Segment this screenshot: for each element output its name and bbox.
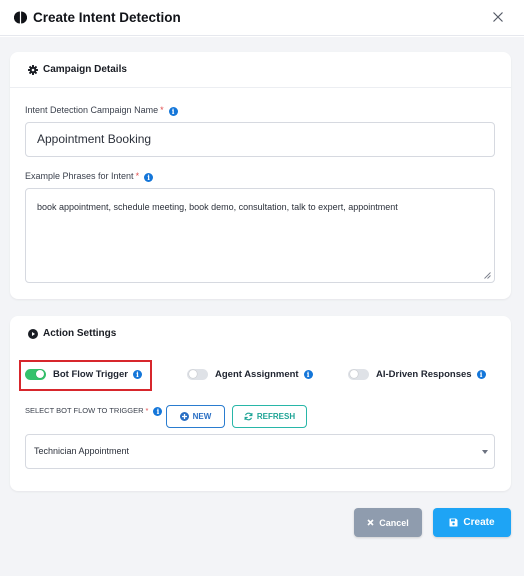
new-button-label: NEW [192, 412, 212, 421]
agent-assignment-switch[interactable] [187, 368, 208, 380]
save-icon [449, 518, 458, 527]
ai-driven-responses-label: AI-Driven Responses [376, 368, 472, 380]
required-marker: * [145, 406, 149, 415]
action-settings-title: Action Settings [43, 328, 117, 339]
modal-title: Create Intent Detection [33, 10, 181, 25]
campaign-details-card: Campaign Details Intent Detection Campai… [10, 52, 511, 299]
required-marker: * [160, 105, 164, 115]
bot-flow-selected-value: Technician Appointment [34, 446, 130, 456]
required-marker: * [135, 171, 140, 181]
action-settings-header: Action Settings [10, 316, 511, 352]
example-phrases-value: book appointment, schedule meeting, book… [37, 202, 398, 212]
info-icon[interactable]: i [168, 107, 178, 116]
example-phrases-textarea[interactable]: book appointment, schedule meeting, book… [25, 188, 495, 283]
campaign-details-header: Campaign Details [10, 52, 511, 88]
highlight-box [19, 360, 152, 391]
refresh-bot-flow-button[interactable]: REFRESH [232, 405, 307, 428]
caret-down-icon [482, 450, 488, 454]
bot-flow-select[interactable]: Technician Appointment [25, 434, 495, 469]
half-circle-icon [14, 11, 27, 24]
switch-knob [189, 370, 197, 378]
ai-driven-responses-switch[interactable] [348, 368, 369, 380]
refresh-button-label: REFRESH [256, 412, 296, 421]
info-icon[interactable]: i [153, 407, 163, 416]
modal-header: Create Intent Detection [0, 0, 524, 36]
info-icon[interactable]: i [476, 369, 486, 379]
close-icon [367, 519, 374, 526]
new-bot-flow-button[interactable]: NEW [166, 405, 225, 428]
example-phrases-label: Example Phrases for Intent * i [25, 171, 154, 182]
action-settings-card: Action Settings Bot Flow Trigger i Agent… [10, 316, 511, 491]
close-icon[interactable] [490, 9, 506, 25]
info-icon[interactable]: i [303, 369, 313, 379]
campaign-details-title: Campaign Details [43, 64, 127, 75]
create-button[interactable]: Create [433, 508, 511, 537]
agent-assignment-label: Agent Assignment [215, 368, 299, 380]
campaign-name-input[interactable]: Appointment Booking [25, 122, 495, 157]
info-icon[interactable]: i [144, 173, 154, 182]
agent-assignment-toggle-group: Agent Assignment i [187, 366, 313, 382]
create-button-label: Create [463, 517, 495, 528]
campaign-name-label: Intent Detection Campaign Name * i [25, 105, 178, 116]
cancel-button-label: Cancel [379, 517, 409, 528]
play-circle-icon [28, 329, 38, 339]
resize-grip-icon[interactable] [484, 272, 491, 279]
gear-icon [28, 65, 38, 75]
ai-driven-responses-toggle-group: AI-Driven Responses i [348, 366, 486, 382]
bot-flow-select-label: SELECT BOT FLOW TO TRIGGER * i [25, 406, 163, 416]
cancel-button[interactable]: Cancel [354, 508, 422, 537]
plus-circle-icon [179, 412, 189, 421]
refresh-icon [244, 412, 253, 421]
switch-knob [350, 370, 358, 378]
